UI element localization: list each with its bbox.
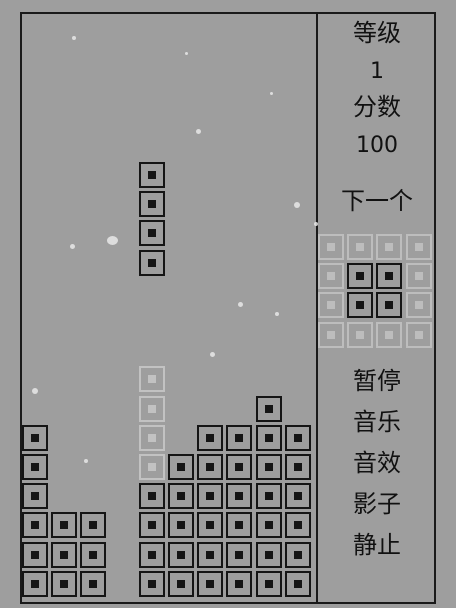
next-piece-block: [347, 292, 374, 319]
ghost-block: [138, 454, 165, 480]
preview-empty-cell: [347, 321, 374, 348]
stack-block: [168, 541, 194, 568]
stack-block: [255, 570, 282, 597]
snow-particle: [32, 388, 38, 394]
stack-block: [197, 454, 224, 480]
snow-particle: [238, 302, 243, 307]
stack-block: [226, 454, 253, 480]
stack-block: [51, 570, 78, 597]
snow-particle: [270, 92, 273, 95]
score-label: 分数: [353, 93, 401, 121]
stack-block: [80, 570, 107, 597]
stack-block: [255, 454, 282, 480]
stack-block: [284, 483, 311, 510]
preview-empty-cell: [405, 263, 432, 290]
sound-button[interactable]: 音效: [318, 448, 436, 478]
stack-block: [22, 541, 48, 568]
stack-block: [255, 395, 282, 422]
level-value: 1: [370, 59, 384, 84]
next-piece-preview: [318, 234, 436, 352]
snow-particle: [210, 352, 215, 357]
stack-block: [255, 483, 282, 510]
snow-particle: [107, 236, 118, 245]
next-piece-block: [376, 292, 403, 319]
preview-empty-cell: [318, 234, 344, 260]
stack-block: [226, 512, 253, 539]
falling-block: [138, 191, 165, 218]
stack-block: [255, 512, 282, 539]
ghost-block: [138, 366, 165, 393]
preview-empty-cell: [318, 292, 344, 319]
preview-empty-cell: [405, 321, 432, 348]
stack-block: [168, 483, 194, 510]
pause-button[interactable]: 暂停: [318, 366, 436, 396]
ghost-block: [138, 395, 165, 422]
stack-block: [138, 512, 165, 539]
stack-block: [168, 454, 194, 480]
falling-block: [138, 162, 165, 188]
stack-block: [22, 512, 48, 539]
snow-particle: [196, 129, 201, 134]
shadow-button[interactable]: 影子: [318, 489, 436, 519]
stack-block: [284, 454, 311, 480]
game-board[interactable]: [20, 12, 318, 604]
stack-block: [255, 541, 282, 568]
stack-block: [22, 570, 48, 597]
snow-particle: [70, 244, 75, 249]
stack-block: [22, 454, 48, 480]
snow-particle: [72, 36, 76, 40]
preview-empty-cell: [318, 263, 344, 290]
preview-empty-cell: [405, 234, 432, 260]
snow-particle: [294, 202, 300, 208]
stack-block: [197, 541, 224, 568]
stack-block: [138, 483, 165, 510]
preview-empty-cell: [376, 321, 403, 348]
stack-block: [197, 424, 224, 451]
stack-block: [168, 570, 194, 597]
stack-block: [22, 483, 48, 510]
preview-empty-cell: [318, 321, 344, 348]
stack-block: [197, 570, 224, 597]
stack-block: [284, 570, 311, 597]
music-button[interactable]: 音乐: [318, 407, 436, 437]
next-piece-block: [347, 263, 374, 290]
preview-empty-cell: [376, 234, 403, 260]
falling-block: [138, 249, 165, 276]
stack-block: [197, 483, 224, 510]
snow-particle: [185, 52, 188, 55]
stack-block: [226, 424, 253, 451]
stack-block: [51, 541, 78, 568]
level-label: 等级: [353, 19, 401, 47]
snow-particle: [84, 459, 88, 463]
score-value: 100: [356, 133, 398, 158]
stack-block: [284, 424, 311, 451]
next-piece-block: [376, 263, 403, 290]
stack-block: [22, 424, 48, 451]
stack-block: [284, 512, 311, 539]
stack-block: [168, 512, 194, 539]
stop-button[interactable]: 静止: [318, 530, 436, 560]
stack-block: [226, 483, 253, 510]
next-piece-label: 下一个: [341, 187, 413, 215]
stack-block: [255, 424, 282, 451]
preview-empty-cell: [405, 292, 432, 319]
stack-block: [138, 541, 165, 568]
stack-block: [80, 512, 107, 539]
stack-block: [197, 512, 224, 539]
stack-block: [138, 570, 165, 597]
snow-particle: [275, 312, 279, 316]
stack-block: [51, 512, 78, 539]
ghost-block: [138, 424, 165, 451]
falling-block: [138, 220, 165, 247]
stack-block: [226, 570, 253, 597]
stack-block: [284, 541, 311, 568]
stack-block: [80, 541, 107, 568]
preview-empty-cell: [347, 234, 374, 260]
stack-block: [226, 541, 253, 568]
